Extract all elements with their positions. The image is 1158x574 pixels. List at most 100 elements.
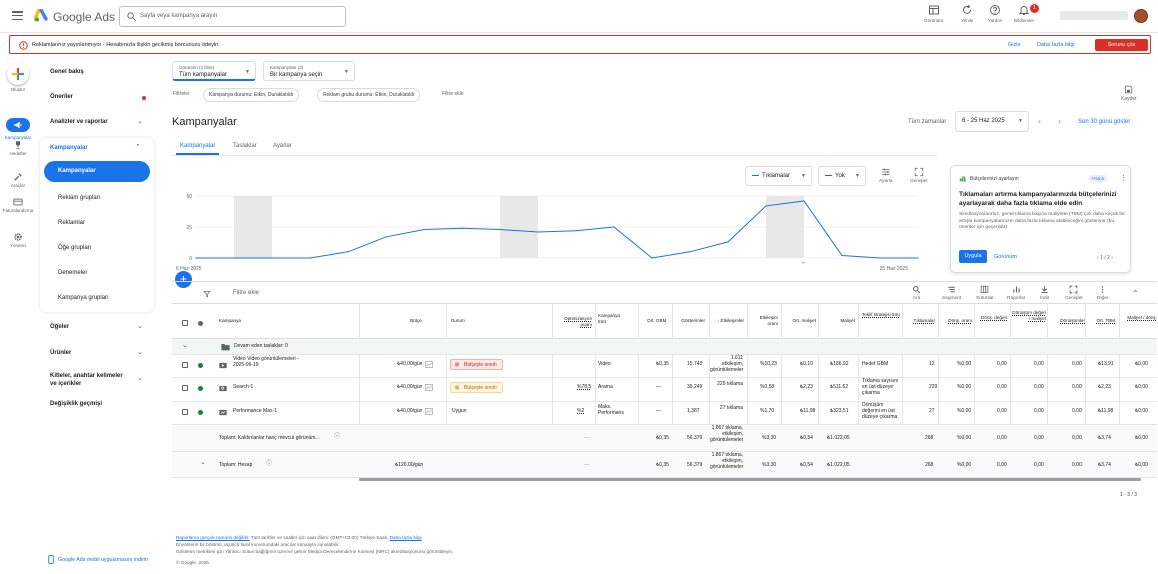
tool-search[interactable]: Ara <box>912 285 921 301</box>
tab-drafts[interactable]: Taslaklar <box>233 143 257 149</box>
col-conv-value[interactable]: Dönş. değeri <box>977 315 1007 321</box>
nav-assets[interactable]: Öğeler <box>50 324 69 330</box>
optimization-score[interactable]: %78,5 <box>577 384 591 391</box>
table-add-filter[interactable]: Filtre ekle <box>233 290 259 296</box>
filter-chip-adgroup-status[interactable]: Reklam grubu durumu: Etkin, Duraklatıldı <box>317 88 421 102</box>
nav-audiences[interactable]: Kitleler, anahtar kelimeler ve içerikler <box>50 372 130 388</box>
nav-insights[interactable]: Analizler ve raporlar <box>50 119 108 125</box>
enabled-status-dot[interactable] <box>198 362 203 368</box>
apply-button[interactable]: Uygula <box>959 250 987 263</box>
col-impressions[interactable]: Gösterimler <box>665 318 705 324</box>
rail-item-admin[interactable]: Yönetici <box>0 232 36 248</box>
drafts-group-row[interactable]: ⌄ Devam eden taslaklar: 0 <box>172 339 1157 355</box>
view-button[interactable]: Görünüm <box>994 254 1017 260</box>
subnav-campaign-groups[interactable]: Kampanya grupları <box>58 295 109 301</box>
tool-more[interactable]: Diğer <box>1097 285 1108 301</box>
info-icon[interactable]: ⓘ <box>266 461 272 468</box>
campaign-name-link[interactable]: Video Video görüntülemeleri - 2025-06-19 <box>233 356 311 369</box>
chart-expand-button[interactable]: Genişlet <box>910 167 928 184</box>
chevron-down-icon[interactable]: ⌄ <box>137 117 143 125</box>
optimization-score[interactable]: %2 <box>577 408 584 415</box>
footer-more-link[interactable]: Daha fazla bilgi <box>390 535 422 540</box>
col-cost-per-conv[interactable]: Maliyet / dönş. <box>1120 315 1157 321</box>
next-period-icon[interactable]: › <box>1058 116 1061 126</box>
status-badge[interactable]: ⊠ Bütçeyle sınırlı <box>450 382 503 393</box>
menu-icon[interactable] <box>12 11 23 22</box>
filter-chip-campaign-status[interactable]: Kampanya durumu: Etkin, Duraklatıldı <box>203 88 300 102</box>
chevron-up-icon[interactable]: ⌃ <box>135 143 141 151</box>
rail-item-tools[interactable]: Araçlar <box>0 172 36 188</box>
col-conversions[interactable]: Dönüşümler <box>1047 318 1085 324</box>
prev-period-icon[interactable]: ‹ <box>1038 116 1041 126</box>
campaign-dropdown[interactable]: Kampanyalar (3) Bir kampanya seçin ▼ <box>263 61 355 81</box>
appearance-button[interactable]: Görünüm <box>924 4 943 23</box>
col-clicks[interactable]: Tıklamalar <box>907 318 935 324</box>
tab-settings[interactable]: Ayarlar <box>273 143 292 149</box>
realtime-note-link[interactable]: Raporlama gerçek zamanlı değildir. <box>176 535 249 540</box>
row-checkbox[interactable] <box>182 409 188 415</box>
nav-products[interactable]: Ürünler <box>50 350 71 356</box>
google-ads-logo-icon[interactable] <box>34 9 49 23</box>
info-icon[interactable]: ⓘ <box>334 434 340 441</box>
col-avg-cpc[interactable]: Ort. TBM <box>1087 318 1115 324</box>
rail-item-billing[interactable]: Faturalandırma <box>0 197 36 213</box>
nav-change-history[interactable]: Değişiklik geçmişi <box>50 401 102 407</box>
help-button[interactable]: Yardım <box>988 4 1002 23</box>
col-cost[interactable]: Maliyet <box>822 318 855 324</box>
horizontal-scrollbar[interactable] <box>359 478 1141 481</box>
subnav-ad-groups[interactable]: Reklam grupları <box>58 195 100 201</box>
bid-strategy-link[interactable]: Hedef GBM <box>862 361 900 368</box>
metric2-selector[interactable]: Yok ▼ <box>818 166 866 186</box>
subnav-asset-groups[interactable]: Öğe grupları <box>58 245 91 251</box>
chevron-down-icon[interactable]: ⌄ <box>182 342 188 349</box>
avatar[interactable] <box>1134 9 1148 23</box>
view-dropdown[interactable]: Görünüm (2 filtre) Tüm kampanyalar ▼ <box>172 61 256 81</box>
fix-problem-button[interactable]: Sorunu çöz <box>1095 39 1148 51</box>
refresh-button[interactable]: Yenile <box>961 4 973 23</box>
table-row[interactable]: Performance Max-1 ₺40,00/gün Uygun %2 Maks. … <box>172 402 1157 425</box>
chevron-left-icon[interactable]: ‹ <box>1097 255 1099 261</box>
row-checkbox[interactable] <box>182 362 188 368</box>
subnav-ads[interactable]: Reklamlar <box>58 220 85 226</box>
chevron-down-icon[interactable]: ⌄ <box>200 459 206 466</box>
chevron-down-icon[interactable]: ⌄ <box>137 348 143 356</box>
bid-strategy-link[interactable]: Tıklama sayısını en üst düzeye çıkarma <box>862 378 900 396</box>
col-campaign[interactable]: Kampanya <box>219 318 241 324</box>
enabled-status-dot[interactable] <box>198 385 203 391</box>
account-name-blurred[interactable] <box>1060 11 1128 20</box>
tool-expand[interactable]: Genişlet <box>1065 285 1083 301</box>
col-campaign-type[interactable]: Kampanya türü <box>598 313 628 324</box>
tool-segment[interactable]: Segment <box>942 285 961 301</box>
enabled-status-dot[interactable] <box>198 409 203 415</box>
col-budget[interactable]: Bütçe <box>410 318 422 324</box>
rail-item-goals[interactable]: Hedefler <box>0 140 36 156</box>
chevron-down-icon[interactable]: ⌄ <box>137 374 143 382</box>
create-button[interactable] <box>7 63 29 85</box>
date-range-picker[interactable]: 6 - 25 Haz 2025 ▼ <box>955 111 1029 132</box>
col-conv-value-cost[interactable]: Dönüşüm değeri / maliyet <box>1010 310 1046 321</box>
add-filter-link[interactable]: Filtre ekle <box>442 91 464 97</box>
search-input[interactable]: Sayfa veya kampanya arayın <box>119 6 346 27</box>
filter-icon[interactable] <box>203 290 211 298</box>
status-badge[interactable]: ⊠ Bütçeyle sınırlı <box>450 359 503 370</box>
subnav-experiments[interactable]: Denemeler <box>58 270 87 276</box>
col-optimization-score[interactable]: Optimizasyon puanı <box>556 316 592 327</box>
table-row[interactable]: Video Video görüntülemeleri - 2025-06-19… <box>172 355 1157 378</box>
campaign-name-link[interactable]: Search-1 <box>233 384 311 391</box>
row-checkbox[interactable] <box>182 385 188 391</box>
mobile-app-link[interactable]: Google Ads mobil uygulamasını indirin <box>58 557 148 563</box>
nav-overview[interactable]: Genel bakış <box>50 69 84 75</box>
nav-campaigns-header[interactable]: Kampanyalar <box>50 145 88 151</box>
tool-columns[interactable]: Sütunlar <box>976 285 994 301</box>
col-interactions[interactable]: ↓ Etkileşimler <box>710 318 744 324</box>
col-status[interactable]: Durum <box>451 318 465 324</box>
campaign-name-link[interactable]: Performance Max-1 <box>233 408 311 415</box>
chart-adjust-button[interactable]: Ayarla <box>879 167 893 184</box>
tab-campaigns[interactable]: Kampanyalar <box>180 143 215 149</box>
col-bid-strategy[interactable]: Teklif stratejisi türü <box>862 312 900 318</box>
chevron-right-icon[interactable]: › <box>1111 255 1113 261</box>
save-button[interactable]: Kaydet <box>1121 85 1137 102</box>
tool-reports[interactable]: Raporlar <box>1007 285 1025 301</box>
last-30-days-link[interactable]: Son 30 günü göster <box>1078 119 1130 125</box>
rail-item-campaigns[interactable]: Kampanyalar <box>0 120 36 140</box>
